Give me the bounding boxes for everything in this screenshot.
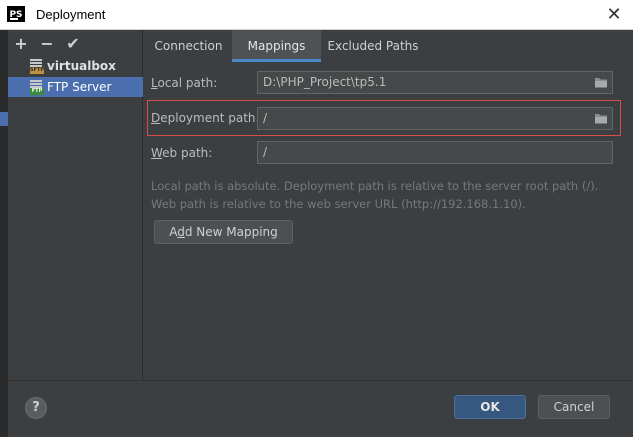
tab-excluded-paths[interactable]: Excluded Paths <box>323 30 423 62</box>
background-selection-mark <box>0 112 8 126</box>
cancel-button[interactable]: Cancel <box>538 395 610 419</box>
web-path-value: / <box>263 145 268 159</box>
sftp-server-icon: SFTP <box>28 58 44 74</box>
folder-icon[interactable] <box>594 112 608 125</box>
title-bar: PS Deployment ✕ <box>0 0 633 30</box>
close-icon[interactable]: ✕ <box>603 4 625 26</box>
add-server-icon[interactable]: + <box>11 34 31 54</box>
deployment-dialog: PS Deployment ✕ + − ✔ SFTP virtualbox FT… <box>0 0 633 437</box>
background-strip <box>0 30 8 437</box>
web-path-field[interactable]: / <box>257 141 613 164</box>
add-new-mapping-button[interactable]: Add New Mapping <box>154 220 293 244</box>
server-list-panel: + − ✔ SFTP virtualbox FTP FTP Server <box>8 30 143 380</box>
phpstorm-app-icon: PS <box>7 6 25 24</box>
sftp-tag: SFTP <box>30 67 45 74</box>
ftp-tag: FTP <box>30 88 44 95</box>
server-label: virtualbox <box>47 59 116 73</box>
tab-mappings[interactable]: Mappings <box>232 30 321 62</box>
remove-server-icon[interactable]: − <box>37 34 57 54</box>
local-path-value: D:\PHP_Project\tp5.1 <box>263 75 387 89</box>
folder-icon[interactable] <box>594 76 608 89</box>
server-toolbar: + − ✔ <box>8 34 143 54</box>
deployment-path-value: / <box>263 111 268 125</box>
deployment-path-field[interactable]: / <box>257 107 613 130</box>
apply-check-icon[interactable]: ✔ <box>63 34 83 54</box>
server-item-virtualbox[interactable]: SFTP virtualbox <box>8 56 143 76</box>
ftp-server-icon: FTP <box>28 79 44 95</box>
tab-connection[interactable]: Connection <box>147 30 230 62</box>
server-item-ftp-server[interactable]: FTP FTP Server <box>8 77 143 97</box>
server-label: FTP Server <box>47 80 112 94</box>
help-text-line-1: Local path is absolute. Deployment path … <box>151 179 599 193</box>
deployment-path-label: Deployment path: <box>151 111 260 125</box>
help-text-line-2: Web path is relative to the web server U… <box>151 197 526 211</box>
window-title: Deployment <box>36 7 106 22</box>
settings-tabs: Connection Mappings Excluded Paths <box>143 30 633 62</box>
local-path-label: Local path: <box>151 76 218 90</box>
help-icon[interactable]: ? <box>25 397 47 419</box>
web-path-label: Web path: <box>151 146 213 160</box>
local-path-field[interactable]: D:\PHP_Project\tp5.1 <box>257 71 613 94</box>
ok-button[interactable]: OK <box>454 395 526 419</box>
